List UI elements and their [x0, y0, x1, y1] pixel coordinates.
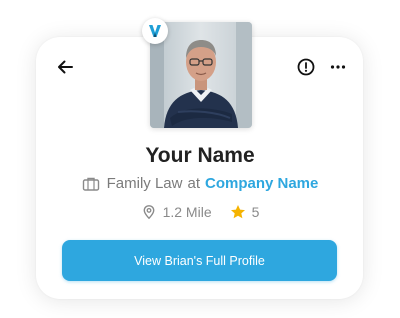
briefcase-icon — [82, 177, 99, 191]
report-button[interactable] — [296, 57, 316, 77]
view-full-profile-button[interactable]: View Brian's Full Profile — [62, 240, 337, 281]
info-circle-icon — [297, 58, 315, 76]
rating-item: 5 — [230, 204, 260, 220]
star-icon — [230, 205, 245, 219]
distance-item: 1.2 Mile — [141, 204, 212, 220]
at-word: at — [187, 175, 200, 192]
back-button[interactable] — [55, 57, 75, 77]
verified-badge — [142, 18, 168, 44]
profile-name: Your Name — [145, 144, 255, 167]
practice-area: Family Law — [106, 175, 183, 192]
distance-value: 1.2 Mile — [162, 204, 212, 220]
more-options-button[interactable] — [328, 57, 348, 77]
arrow-left-icon — [58, 60, 73, 74]
meta-line: 1.2 Mile 5 — [0, 204, 400, 220]
location-pin-icon — [143, 205, 154, 220]
more-horizontal-icon — [330, 65, 346, 69]
company-link[interactable]: Company Name — [205, 175, 318, 192]
verified-v-logo — [149, 25, 161, 37]
rating-value: 5 — [251, 204, 260, 220]
practice-line: Family Law at Company Name — [0, 175, 400, 192]
